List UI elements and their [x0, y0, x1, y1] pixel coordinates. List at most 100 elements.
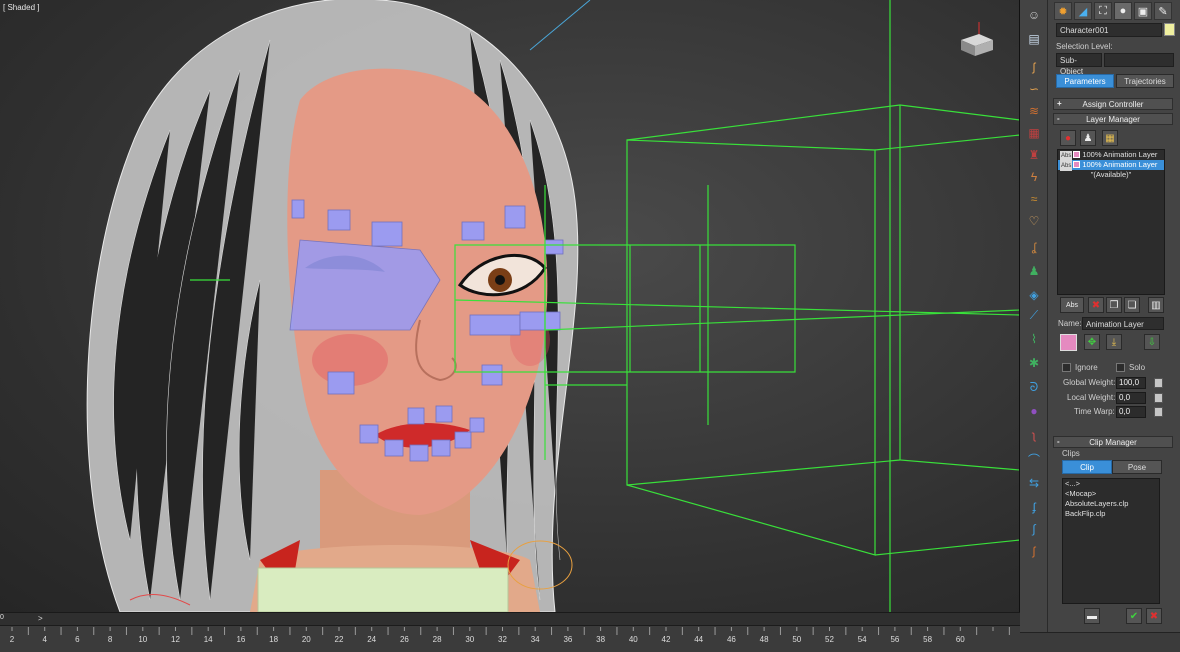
line-tool-icon[interactable]: ⟋ — [1024, 306, 1044, 324]
panel-icon[interactable]: ▤ — [1024, 30, 1044, 48]
heart-tool-icon[interactable]: ♡ — [1024, 212, 1044, 230]
biped-icon[interactable]: ♟ — [1080, 130, 1096, 146]
hierarchy-tab-icon[interactable]: ⛶ — [1094, 2, 1112, 20]
save-clip-icon[interactable]: ▬ — [1084, 608, 1100, 624]
paste-layer-icon[interactable]: ❏ — [1124, 297, 1140, 313]
viewport-label[interactable]: [ Shaded ] — [3, 3, 39, 12]
figure-tool-icon[interactable]: ♟ — [1024, 262, 1044, 280]
command-panel-tabs: ✹ ◢ ⛶ ● ▣ ✎ — [1054, 2, 1174, 20]
time-warp-key-icon[interactable] — [1154, 407, 1163, 417]
solo-checkbox[interactable] — [1116, 363, 1125, 372]
local-weight-label: Local Weight: — [1067, 393, 1116, 402]
parameters-button[interactable]: Parameters — [1056, 74, 1114, 88]
modify-tab-icon[interactable]: ◢ — [1074, 2, 1092, 20]
object-name-field[interactable]: Character001 — [1056, 23, 1162, 37]
layer-manager-rollout[interactable]: - Layer Manager — [1053, 113, 1173, 125]
layer-name-field[interactable]: Animation Layer — [1082, 317, 1164, 330]
timeline-tick-label: 36 — [563, 635, 573, 644]
biped-tool-icon[interactable]: ♜ — [1024, 146, 1044, 164]
command-toolbar: ☺ ▤ ʃ ∽ ≋ ▦ ♜ ϟ ≈ ♡ ʆ ♟ ◈ ⟋ ⌇ ✱ ᘐ ● ʅ ⌒ … — [1020, 0, 1048, 632]
command-panel: ✹ ◢ ⛶ ● ▣ ✎ Character001 Selection Level… — [1048, 0, 1180, 632]
timeline-tick-label: 54 — [857, 635, 867, 644]
layer-row[interactable]: Abs 100% Animation Layer — [1058, 150, 1164, 161]
clip-list-item[interactable]: <...> — [1063, 479, 1159, 489]
name-label: Name: — [1058, 319, 1082, 328]
layer-properties-icon[interactable]: ▦ — [1102, 130, 1118, 146]
character-studio-icon[interactable]: ☺ — [1024, 6, 1044, 24]
local-weight-key-icon[interactable] — [1154, 393, 1163, 403]
record-icon[interactable]: ● — [1060, 130, 1076, 146]
timeline-tick-label: 30 — [465, 635, 475, 644]
bend-tool-icon[interactable]: ∽ — [1024, 80, 1044, 98]
global-weight-key-icon[interactable] — [1154, 378, 1163, 388]
assign-controller-title: Assign Controller — [1082, 99, 1144, 109]
swirl-tool-icon[interactable]: ᘐ — [1024, 378, 1044, 396]
spline-tool-icon[interactable]: ∫ — [1024, 520, 1044, 538]
merge-down-icon[interactable]: ⤓ — [1106, 334, 1122, 350]
merge-up-icon[interactable]: ⇩ — [1144, 334, 1160, 350]
clip-button[interactable]: Clip — [1062, 460, 1112, 474]
skin-tool-icon[interactable]: ʆ — [1024, 238, 1044, 256]
timeline-tick-label: 26 — [399, 635, 409, 644]
assign-controller-rollout[interactable]: + Assign Controller — [1053, 98, 1173, 110]
film-tool-icon[interactable]: ▦ — [1024, 124, 1044, 142]
motion-tab-icon[interactable]: ● — [1114, 2, 1132, 20]
create-tab-icon[interactable]: ✹ — [1054, 2, 1072, 20]
delete-clip-icon[interactable]: ✖ — [1146, 608, 1162, 624]
hook-tool-icon[interactable]: ϟ — [1024, 168, 1044, 186]
link-tool-icon[interactable]: ⌇ — [1024, 330, 1044, 348]
utilities-tab-icon[interactable]: ✎ — [1154, 2, 1172, 20]
cloth-tool-icon[interactable]: ⌒ — [1024, 450, 1044, 468]
clip-list[interactable]: <...> <Mocap> AbsoluteLayers.clp BackFli… — [1062, 478, 1160, 604]
copy-layer-icon[interactable]: ❐ — [1106, 297, 1122, 313]
move-layer-icon[interactable]: ✥ — [1084, 334, 1100, 350]
timeline-tick-label: 40 — [628, 635, 638, 644]
timeline-tick-label: 24 — [367, 635, 377, 644]
trajectories-button[interactable]: Trajectories — [1116, 74, 1174, 88]
delete-layer-icon[interactable]: ✖ — [1088, 297, 1104, 313]
timeline-tick-label: 34 — [530, 635, 540, 644]
wind-tool-icon[interactable]: ⇆ — [1024, 474, 1044, 492]
perspective-viewport[interactable]: [ Shaded ] — [0, 0, 1020, 612]
time-slider[interactable]: 0 > — [0, 613, 1020, 626]
pose-button[interactable]: Pose — [1112, 460, 1162, 474]
global-weight-spinner[interactable]: 100,0 — [1116, 377, 1146, 389]
clips-group-label: Clips — [1062, 449, 1080, 458]
add-abs-layer-button[interactable]: Abs — [1060, 297, 1084, 313]
hair-tool-icon[interactable]: ʄ — [1024, 498, 1044, 516]
ignore-checkbox[interactable] — [1062, 363, 1071, 372]
timeline-tick-label: 44 — [694, 635, 704, 644]
layer-row[interactable]: Abs 100% Animation Layer — [1058, 160, 1164, 171]
layer-list[interactable]: Abs 100% Animation Layer Abs 100% Animatio… — [1057, 149, 1165, 295]
available-row[interactable]: "(Available)" — [1058, 170, 1164, 180]
collapse-layer-icon[interactable]: ▥ — [1148, 297, 1164, 313]
squiggle-tool-icon[interactable]: ≈ — [1024, 190, 1044, 208]
timeline-tick-label: 14 — [203, 635, 213, 644]
sphere-tool-icon[interactable]: ● — [1024, 402, 1044, 420]
diamond-tool-icon[interactable]: ◈ — [1024, 286, 1044, 304]
object-color-swatch[interactable] — [1164, 23, 1175, 36]
viewcube-icon[interactable] — [949, 22, 999, 62]
clip-list-item[interactable]: <Mocap> — [1063, 489, 1159, 499]
local-weight-spinner[interactable]: 0,0 — [1116, 392, 1146, 404]
clip-manager-rollout[interactable]: - Clip Manager — [1053, 436, 1173, 448]
sub-object-dropdown[interactable] — [1104, 53, 1174, 67]
timeline-tick-label: 58 — [923, 635, 933, 644]
bug-tool-icon[interactable]: ✱ — [1024, 354, 1044, 372]
layer-color-icon — [1073, 151, 1081, 158]
tail-tool-icon[interactable]: ʅ — [1024, 426, 1044, 444]
clip-list-item[interactable]: AbsoluteLayers.clp — [1063, 499, 1159, 509]
layer-color-swatch[interactable] — [1060, 334, 1077, 351]
time-warp-spinner[interactable]: 0,0 — [1116, 406, 1146, 418]
clip-manager-title: Clip Manager — [1089, 437, 1137, 447]
timeline-tick-label: 56 — [890, 635, 900, 644]
load-clip-icon[interactable]: ✔ — [1126, 608, 1142, 624]
timeline-tick-label: 32 — [498, 635, 507, 644]
fx-tool-icon[interactable]: ʃ — [1024, 542, 1044, 560]
track-bar[interactable] — [0, 627, 1020, 652]
time-slider-next-arrow[interactable]: > — [38, 614, 43, 623]
curve-tool-icon[interactable]: ʃ — [1024, 58, 1044, 76]
wave-tool-icon[interactable]: ≋ — [1024, 102, 1044, 120]
display-tab-icon[interactable]: ▣ — [1134, 2, 1152, 20]
clip-list-item[interactable]: BackFlip.clp — [1063, 509, 1159, 519]
